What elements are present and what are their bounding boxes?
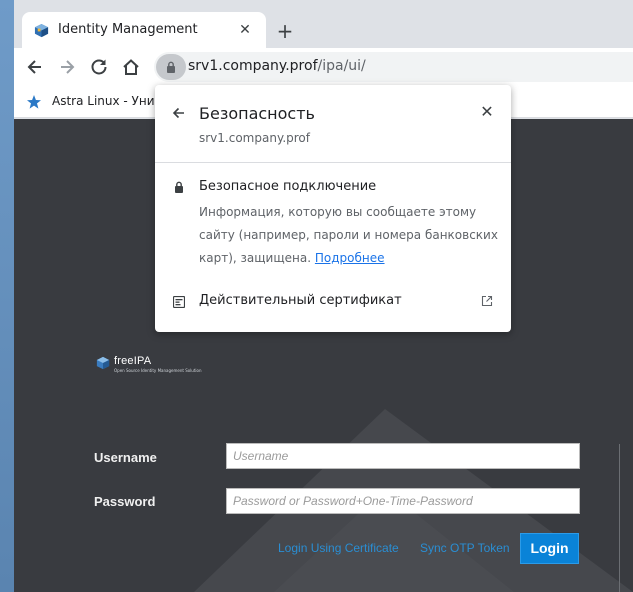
reload-icon[interactable] — [86, 54, 112, 80]
lock-icon — [175, 181, 183, 193]
password-input[interactable]: Password or Password+One-Time-Password — [226, 488, 580, 514]
desktop-background — [0, 0, 14, 592]
logo-subtext: Open Source Identity Management Solution — [114, 368, 202, 373]
url-host: srv1.company.prof — [188, 58, 318, 74]
popup-title: Безопасность — [199, 104, 315, 123]
username-label: Username — [94, 450, 157, 465]
divider — [619, 444, 620, 592]
arrow-back-icon[interactable] — [22, 54, 48, 80]
logo-text: freeIPA — [114, 355, 152, 367]
connection-description: Информация, которую вы сообщаете этому с… — [199, 201, 499, 270]
username-input[interactable]: Username — [226, 443, 580, 469]
freeipa-favicon-icon — [34, 23, 49, 38]
tab-identity-management[interactable]: Identity Management ✕ — [22, 12, 266, 48]
arrow-forward-icon[interactable] — [54, 54, 80, 80]
tab-strip: Identity Management ✕ + — [14, 0, 633, 48]
site-info-button[interactable] — [156, 54, 186, 80]
divider — [155, 162, 511, 163]
freeipa-logo-icon — [96, 356, 110, 370]
address-bar[interactable]: srv1.company.prof/ipa/ui/ — [154, 52, 633, 82]
url-text: srv1.company.prof/ipa/ui/ — [188, 58, 366, 74]
password-label: Password — [94, 494, 156, 509]
certificate-item[interactable]: Действительный сертификат — [199, 293, 402, 308]
external-link-icon[interactable] — [481, 295, 493, 307]
browser-toolbar: srv1.company.prof/ipa/ui/ — [14, 48, 633, 86]
sync-otp-link[interactable]: Sync OTP Token — [420, 541, 510, 555]
bookmark-label: Astra Linux - Уни — [52, 94, 155, 108]
tab-title: Identity Management — [58, 22, 198, 37]
close-icon[interactable]: ✕ — [477, 102, 497, 122]
more-info-link[interactable]: Подробнее — [315, 251, 385, 265]
connection-title: Безопасное подключение — [199, 179, 377, 194]
url-path: /ipa/ui/ — [317, 58, 366, 74]
star-icon — [27, 95, 41, 109]
plus-icon[interactable]: + — [272, 18, 298, 44]
close-icon[interactable]: ✕ — [236, 21, 254, 39]
security-popup: Безопасность ✕ srv1.company.prof Безопас… — [155, 85, 511, 332]
popup-host: srv1.company.prof — [199, 131, 310, 145]
lock-icon — [167, 61, 175, 73]
certificate-icon — [173, 296, 185, 308]
login-button[interactable]: Login — [520, 533, 579, 564]
home-icon[interactable] — [118, 54, 144, 80]
arrow-back-icon[interactable] — [169, 103, 189, 123]
login-certificate-link[interactable]: Login Using Certificate — [278, 541, 399, 555]
freeipa-logo: freeIPA Open Source Identity Management … — [96, 355, 206, 379]
